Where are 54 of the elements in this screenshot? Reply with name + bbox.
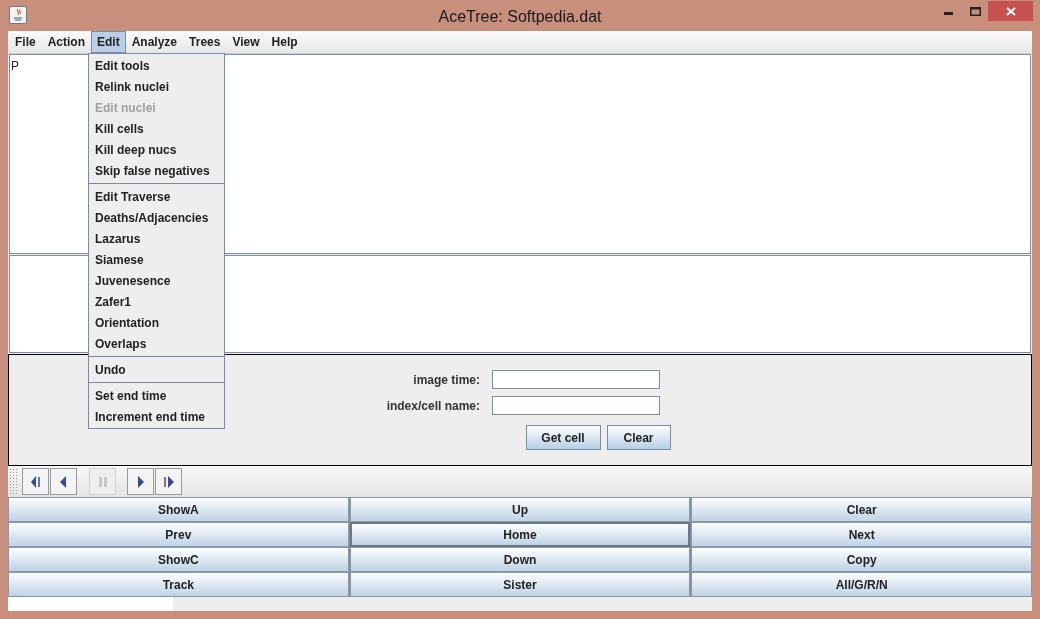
back-button[interactable] — [50, 468, 77, 495]
menu-option[interactable]: Increment end time — [89, 406, 224, 427]
menu-item[interactable]: Help — [265, 31, 304, 53]
grid-button[interactable]: Copy — [691, 547, 1032, 572]
grid-button[interactable]: Sister — [349, 572, 691, 597]
menu-option[interactable]: Lazarus — [89, 228, 224, 249]
menu-option[interactable]: Undo — [89, 359, 224, 380]
field-label: index/cell name: — [385, 397, 480, 415]
grid-button[interactable]: Down — [349, 547, 691, 572]
grid-button[interactable]: ShowA — [8, 497, 349, 522]
menu-item[interactable]: Analyze — [125, 31, 184, 53]
menu-item[interactable]: File — [9, 31, 42, 53]
grid-button[interactable]: ShowC — [8, 547, 349, 572]
menu-option[interactable]: Deaths/Adjacencies — [89, 207, 224, 228]
menu-item[interactable]: Trees — [183, 31, 227, 53]
text-input-field[interactable] — [492, 370, 660, 389]
forward-button[interactable] — [127, 468, 154, 495]
tree-root-label[interactable]: P — [11, 57, 19, 75]
menu-item[interactable]: View — [226, 31, 266, 53]
menu-item[interactable]: Edit — [91, 31, 126, 53]
form-button[interactable]: Clear — [606, 425, 671, 450]
grid-button[interactable]: Prev — [8, 522, 349, 547]
menu-option[interactable]: Overlaps — [89, 333, 224, 354]
grid-button[interactable]: Home — [349, 522, 691, 547]
menu-option: Edit nuclei — [89, 97, 224, 118]
grid-button[interactable]: Clear — [691, 497, 1032, 522]
step-forward-button[interactable] — [155, 468, 182, 495]
menu-option[interactable]: Juvenesence — [89, 270, 224, 291]
step-forward-icon — [161, 473, 176, 490]
menu-item[interactable]: Action — [41, 31, 91, 53]
close-icon — [1005, 6, 1016, 16]
menu-option[interactable]: Siamese — [89, 249, 224, 270]
field-label: image time: — [412, 371, 480, 389]
maximize-icon[interactable] — [970, 7, 981, 16]
menu-option[interactable]: Relink nuclei — [89, 76, 224, 97]
menu-option[interactable]: Kill deep nucs — [89, 139, 224, 160]
java-app-icon — [9, 6, 27, 24]
step-back-button[interactable] — [22, 468, 49, 495]
menu-option[interactable]: Edit Traverse — [89, 186, 224, 207]
menu-option[interactable]: Skip false negatives — [89, 160, 224, 181]
grid-button[interactable]: Up — [349, 497, 691, 522]
menu-option[interactable]: Edit tools — [89, 55, 224, 76]
text-input-field[interactable] — [492, 396, 660, 415]
toolbar-grip-icon[interactable] — [10, 468, 18, 495]
menu-option[interactable]: Set end time — [89, 385, 224, 406]
menu-option[interactable]: Kill cells — [89, 118, 224, 139]
grid-button[interactable]: All/G/R/N — [691, 572, 1032, 597]
grid-button[interactable]: Next — [691, 522, 1032, 547]
menu-option[interactable]: Zafer1 — [89, 291, 224, 312]
close-button[interactable] — [988, 1, 1033, 21]
form-button[interactable]: Get cell — [525, 425, 601, 450]
grid-button[interactable]: Track — [8, 572, 349, 597]
menu-option[interactable]: Orientation — [89, 312, 224, 333]
window-title: AceTree: Softpedia.dat — [438, 7, 602, 27]
